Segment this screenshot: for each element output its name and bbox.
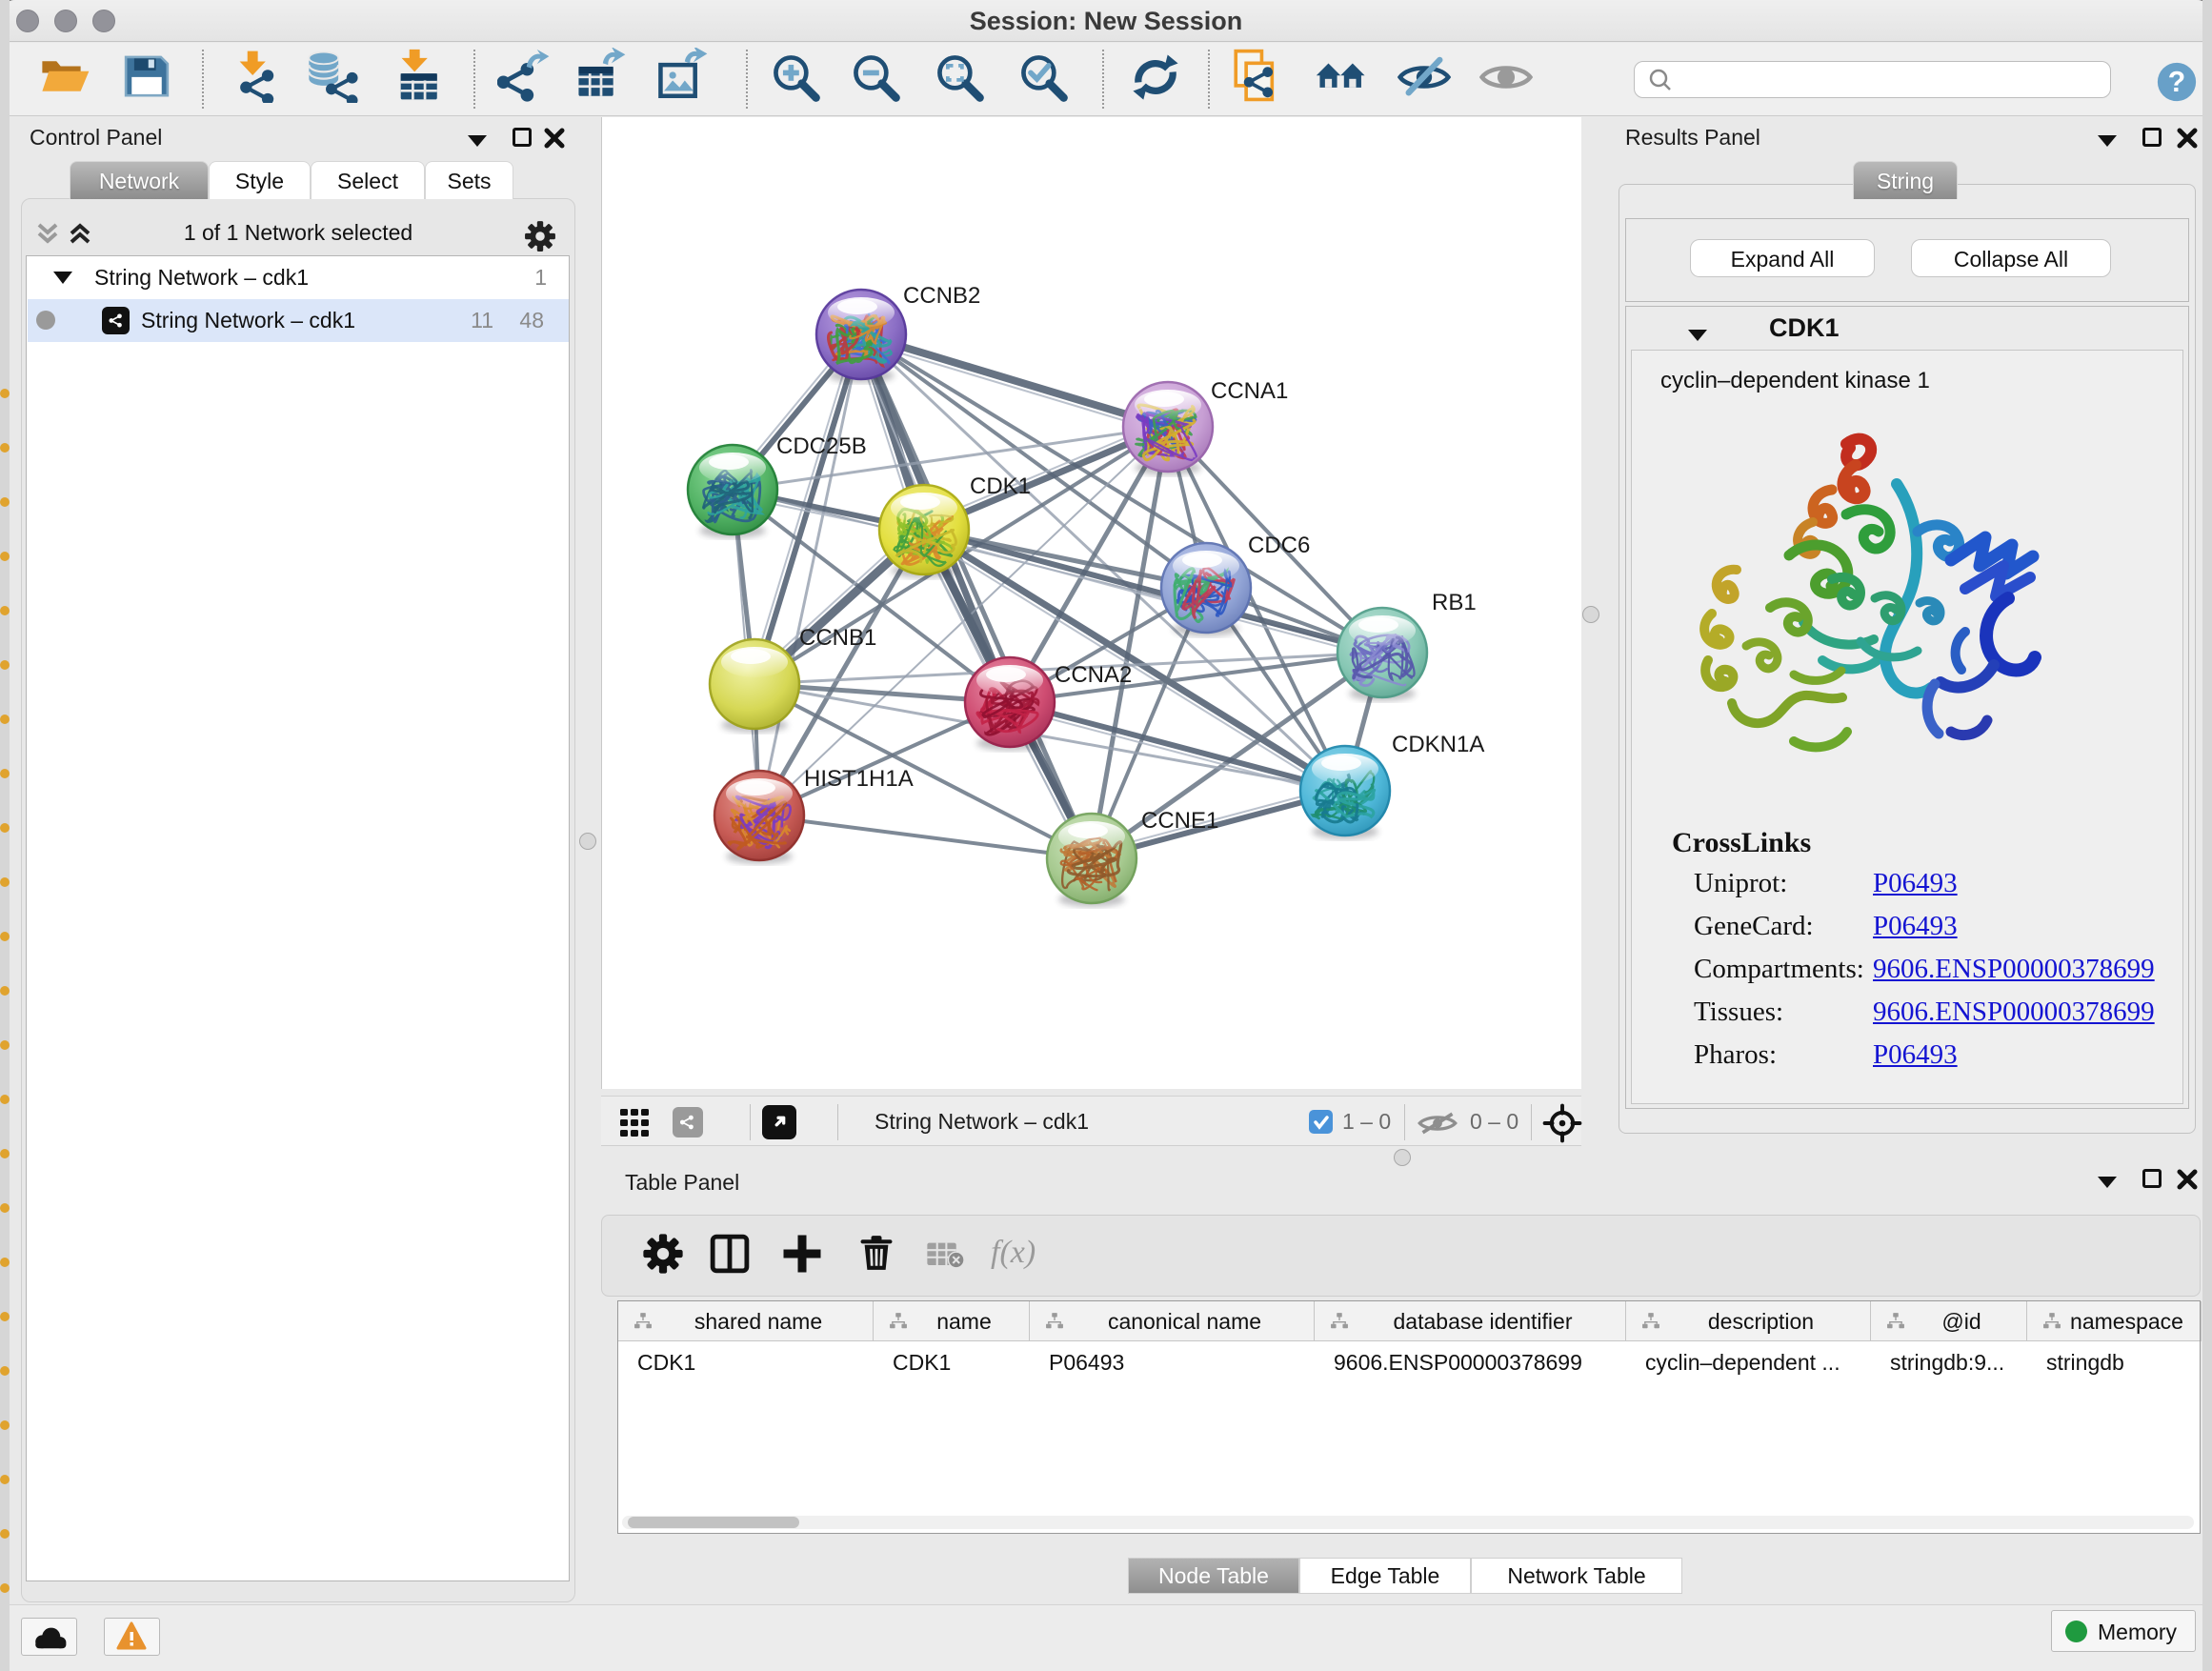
svg-text:CCNB1: CCNB1 [799,625,876,651]
svg-text:CCNE1: CCNE1 [1141,808,1218,834]
svg-text:CCNA2: CCNA2 [1055,662,1132,688]
svg-text:CDK1: CDK1 [970,473,1031,499]
svg-text:CDC6: CDC6 [1248,533,1310,558]
svg-text:RB1: RB1 [1432,590,1477,615]
svg-text:?: ? [2168,67,2185,98]
svg-text:CCNA1: CCNA1 [1211,378,1288,404]
svg-text:HIST1H1A: HIST1H1A [804,766,914,792]
svg-text:CDKN1A: CDKN1A [1392,732,1484,757]
svg-text:CCNB2: CCNB2 [903,283,980,309]
svg-text:CDC25B: CDC25B [776,433,867,459]
